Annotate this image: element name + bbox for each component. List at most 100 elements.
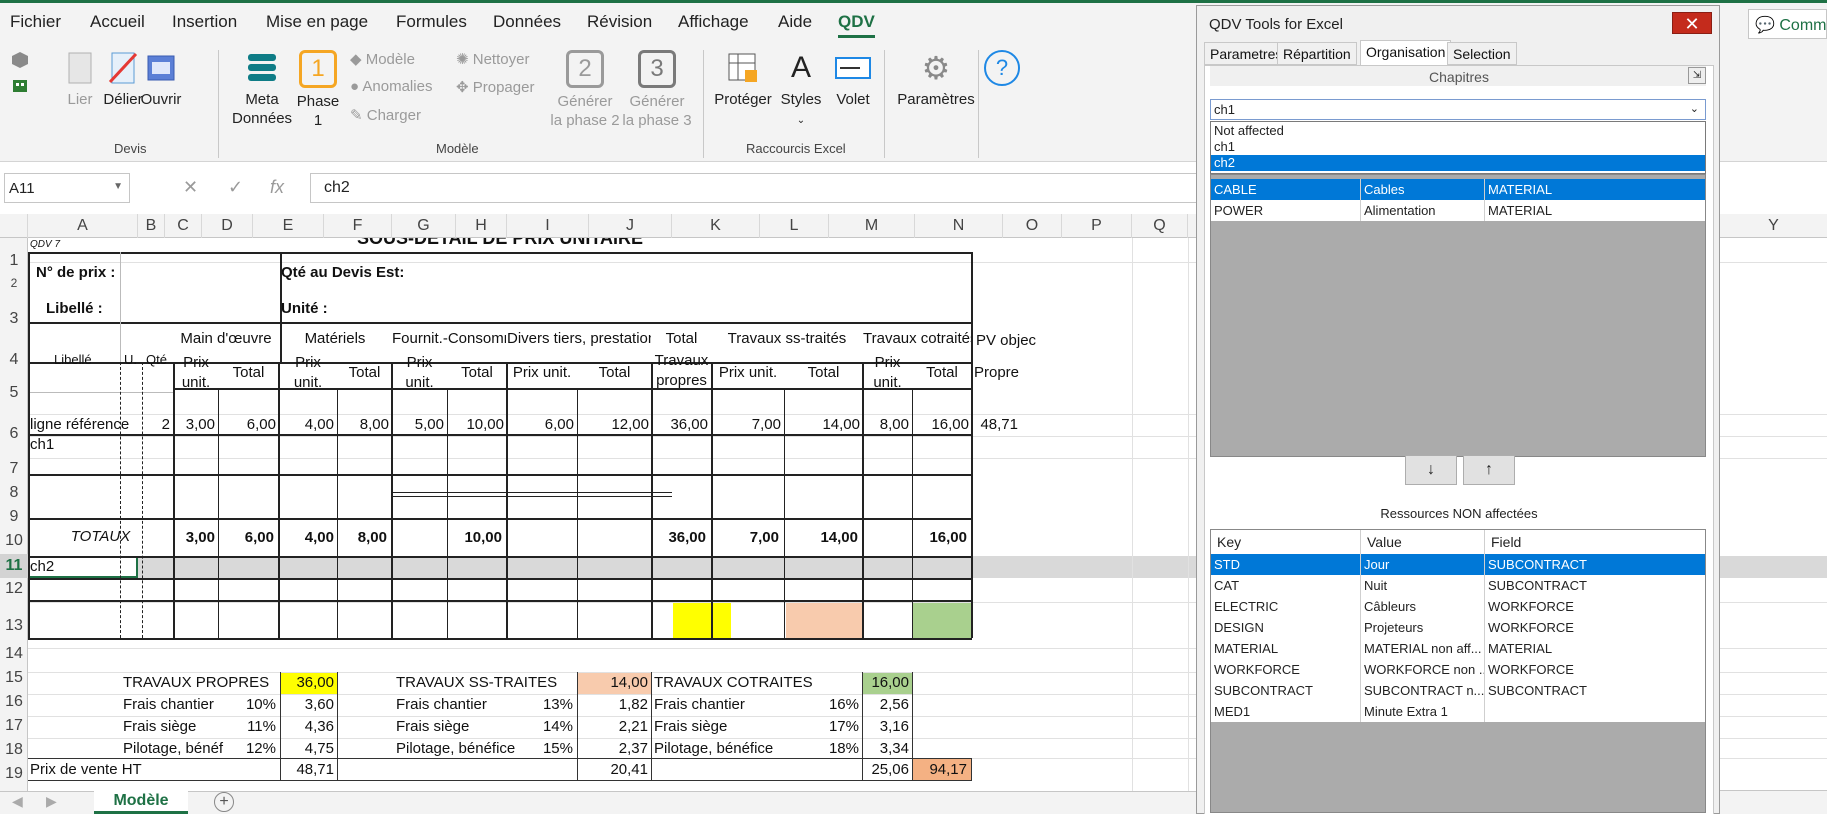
col-header[interactable]: B	[138, 214, 165, 238]
col-header[interactable]: I	[507, 214, 589, 238]
cube-icon[interactable]	[10, 50, 30, 70]
menu-qdv[interactable]: QDV	[838, 12, 875, 38]
col-header[interactable]: M	[829, 214, 915, 238]
name-box[interactable]: A11 ▼	[4, 173, 130, 203]
propager-button[interactable]: ✥ Propager	[456, 78, 534, 96]
menu-fichier[interactable]: Fichier	[10, 12, 61, 32]
phase1-button[interactable]: 1 Phase 1	[296, 50, 340, 130]
row-header[interactable]: 17	[0, 717, 28, 735]
menu-insertion[interactable]: Insertion	[172, 12, 237, 32]
menu-affichage[interactable]: Affichage	[678, 12, 749, 32]
generer-phase2-button[interactable]: 2 Générer la phase 2	[550, 50, 620, 130]
horizontal-scrollbar[interactable]	[1720, 790, 1827, 814]
volet-button[interactable]: Volet	[826, 50, 880, 109]
list-row[interactable]: SUBCONTRACT SUBCONTRACT n... SUBCONTRACT	[1211, 680, 1705, 701]
nettoyer-button[interactable]: ✺ Nettoyer	[456, 50, 529, 68]
col-header[interactable]: H	[456, 214, 507, 238]
pick-button[interactable]: ⇲	[1688, 67, 1706, 84]
scroll-left-icon[interactable]: ◀	[12, 793, 23, 810]
modele-button[interactable]: ◆ Modèle	[350, 50, 415, 68]
list-row[interactable]: STD Jour SUBCONTRACT	[1211, 554, 1705, 575]
row-header[interactable]: 3	[0, 310, 28, 328]
check-icon[interactable]: ✓	[228, 177, 243, 198]
row-header[interactable]: 8	[0, 484, 28, 502]
move-down-button[interactable]: ↓	[1405, 455, 1457, 485]
list-row[interactable]: MED1 Minute Extra 1	[1211, 701, 1705, 722]
chapitre-select[interactable]: ch1 ⌄	[1210, 99, 1706, 120]
row-header[interactable]: 6	[0, 425, 28, 443]
col-header[interactable]: O	[1003, 214, 1062, 238]
col-header[interactable]: N	[915, 214, 1003, 238]
col-header[interactable]: A	[28, 214, 138, 238]
row-header[interactable]: 2	[0, 276, 28, 290]
row-header[interactable]: 19	[0, 765, 28, 783]
col-header[interactable]: G	[392, 214, 456, 238]
menu-revision[interactable]: Révision	[587, 12, 652, 32]
row-header[interactable]: 5	[0, 384, 28, 402]
menu-donnees[interactable]: Données	[493, 12, 561, 32]
ouvrir-button[interactable]: Ouvrir	[136, 50, 186, 109]
formula-input[interactable]: ch2	[310, 173, 1200, 203]
list-row[interactable]: DESIGN Projeteurs WORKFORCE	[1211, 617, 1705, 638]
parametres-button[interactable]: ⚙ Paramètres	[896, 50, 976, 109]
row-header[interactable]: 13	[0, 617, 28, 635]
menu-mise-en-page[interactable]: Mise en page	[266, 12, 368, 32]
tab-repartition[interactable]: Répartition	[1277, 42, 1357, 65]
col-header[interactable]: Q	[1132, 214, 1188, 238]
sheet-tab-modele[interactable]: Modèle	[94, 790, 188, 814]
row-header[interactable]: 1	[0, 252, 28, 270]
anomalies-button[interactable]: ● Anomalies	[350, 78, 432, 95]
row-header[interactable]: 7	[0, 460, 28, 478]
list-row[interactable]: ELECTRIC Câbleurs WORKFORCE	[1211, 596, 1705, 617]
list-row[interactable]: WORKFORCE WORKFORCE non ... WORKFORCE	[1211, 659, 1705, 680]
option-not-affected[interactable]: Not affected	[1211, 123, 1705, 139]
tab-organisation[interactable]: Organisation	[1360, 40, 1452, 66]
row-header[interactable]: 12	[0, 580, 28, 598]
select-all-corner[interactable]	[0, 214, 28, 238]
comments-button[interactable]: 💬 Comm	[1748, 9, 1827, 39]
help-button[interactable]: ?	[982, 50, 1022, 90]
col-header[interactable]: D	[202, 214, 253, 238]
col-header[interactable]: E	[253, 214, 324, 238]
header-value[interactable]: Value	[1361, 530, 1485, 554]
list-row[interactable]: CABLE Cables MATERIAL	[1211, 179, 1705, 200]
styles-button[interactable]: A Styles ⌄	[776, 50, 826, 130]
row-header[interactable]: 15	[0, 669, 28, 687]
proteger-button[interactable]: Protéger	[710, 50, 776, 109]
menu-accueil[interactable]: Accueil	[90, 12, 145, 32]
row-header[interactable]: 14	[0, 645, 28, 663]
bug-icon[interactable]	[10, 76, 30, 96]
col-header[interactable]: Y	[1720, 214, 1827, 238]
col-header[interactable]: F	[324, 214, 392, 238]
col-header[interactable]: J	[589, 214, 672, 238]
row-header[interactable]: 16	[0, 693, 28, 711]
option-ch1[interactable]: ch1	[1211, 139, 1705, 155]
list-row[interactable]: MATERIAL MATERIAL non aff... MATERIAL	[1211, 638, 1705, 659]
scroll-right-icon[interactable]: ▶	[46, 793, 57, 810]
tab-selection[interactable]: Selection	[1447, 42, 1517, 65]
function-icon[interactable]: fx	[270, 177, 284, 198]
meta-donnees-button[interactable]: Meta Données	[232, 50, 292, 128]
header-field[interactable]: Field	[1485, 530, 1705, 554]
row-header[interactable]: 18	[0, 741, 28, 759]
charger-button[interactable]: ✎ Charger	[350, 106, 421, 124]
row-header-selected[interactable]: 11	[0, 554, 28, 578]
assigned-resources-list[interactable]: CABLE Cables MATERIAL POWER Alimentation…	[1210, 174, 1706, 457]
unassigned-resources-list[interactable]: Key Value Field STD Jour SUBCONTRACT CAT…	[1210, 529, 1706, 813]
cancel-icon[interactable]: ✕	[183, 177, 198, 198]
col-header[interactable]: P	[1062, 214, 1132, 238]
row-header[interactable]: 9	[0, 508, 28, 526]
generer-phase3-button[interactable]: 3 Générer la phase 3	[622, 50, 692, 130]
move-up-button[interactable]: ↑	[1463, 455, 1515, 485]
lier-button[interactable]: Lier	[60, 50, 100, 109]
add-sheet-icon[interactable]: +	[214, 792, 234, 812]
col-header[interactable]: L	[760, 214, 829, 238]
row-header[interactable]: 10	[0, 532, 28, 550]
col-header[interactable]: C	[165, 214, 202, 238]
row-header[interactable]: 4	[0, 351, 28, 369]
option-ch2[interactable]: ch2	[1211, 155, 1705, 171]
header-key[interactable]: Key	[1211, 530, 1361, 554]
tab-parametres[interactable]: Parametres	[1204, 42, 1289, 65]
list-row[interactable]: CAT Nuit SUBCONTRACT	[1211, 575, 1705, 596]
col-header[interactable]: K	[672, 214, 760, 238]
